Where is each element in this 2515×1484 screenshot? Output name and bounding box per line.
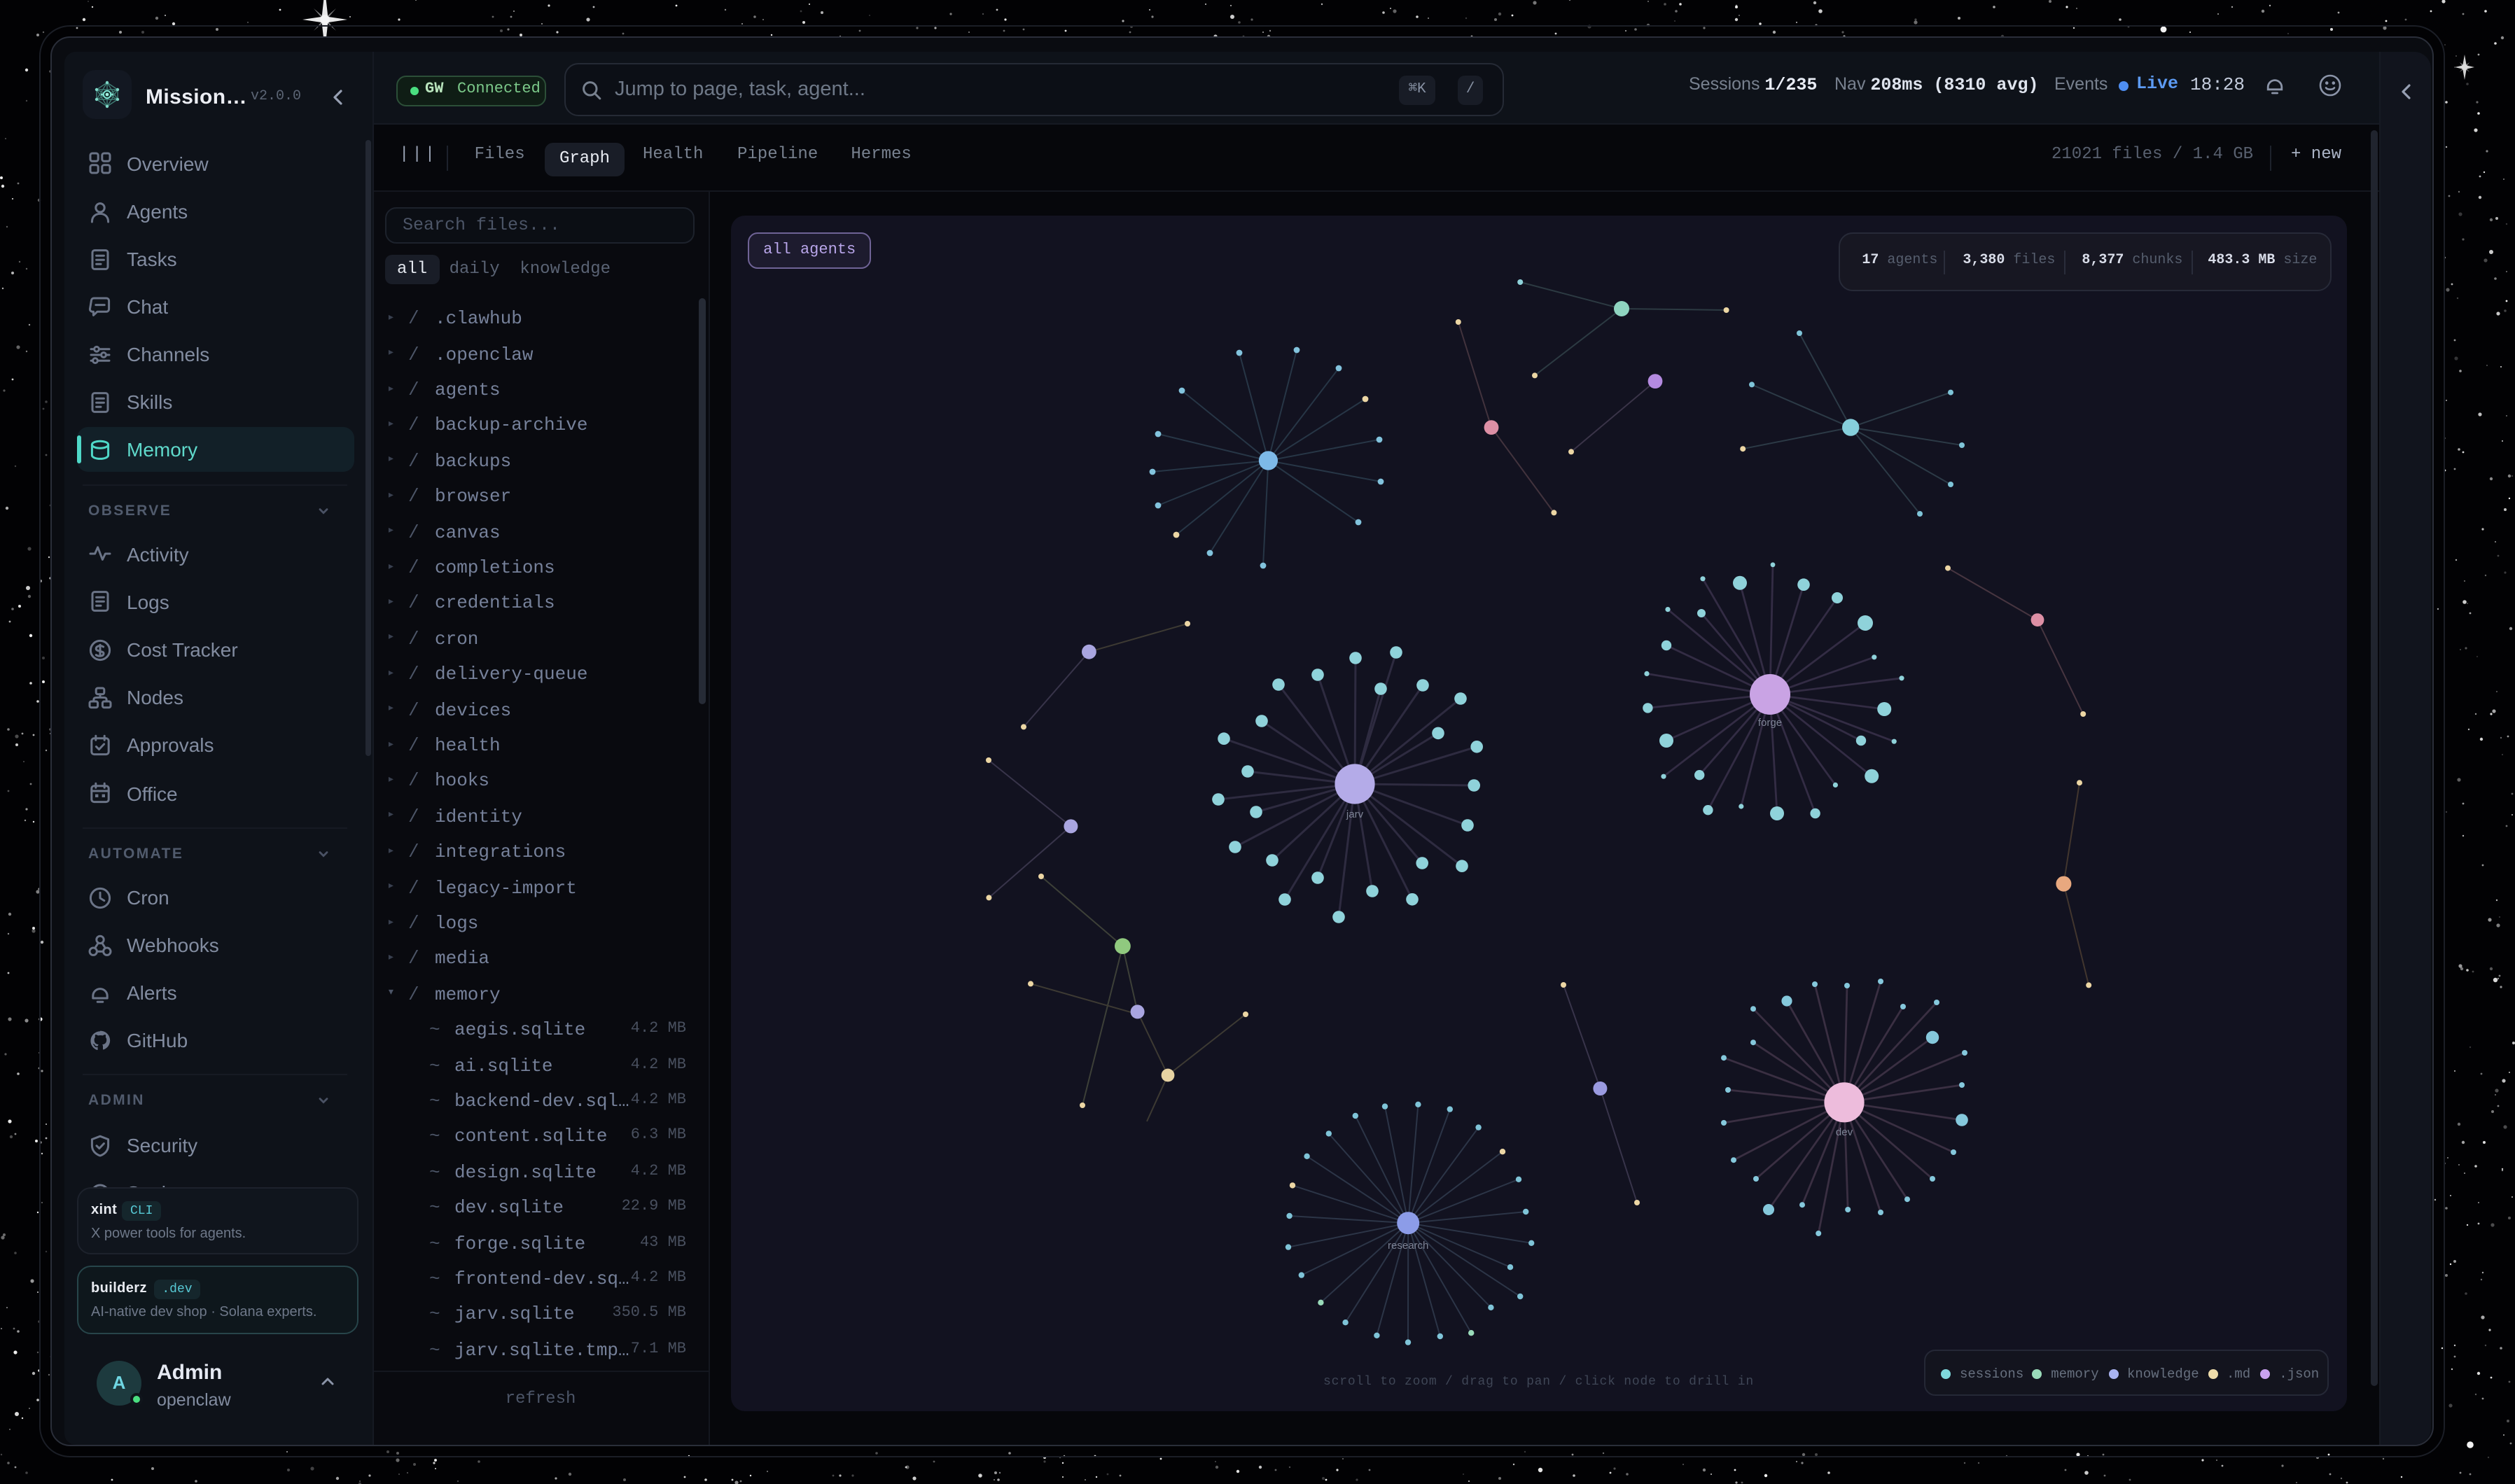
svg-text:forge: forge: [1758, 717, 1782, 729]
svg-text:research: research: [1388, 1240, 1428, 1252]
svg-text:dev: dev: [1836, 1126, 1853, 1138]
svg-text:jarv: jarv: [1346, 808, 1364, 820]
